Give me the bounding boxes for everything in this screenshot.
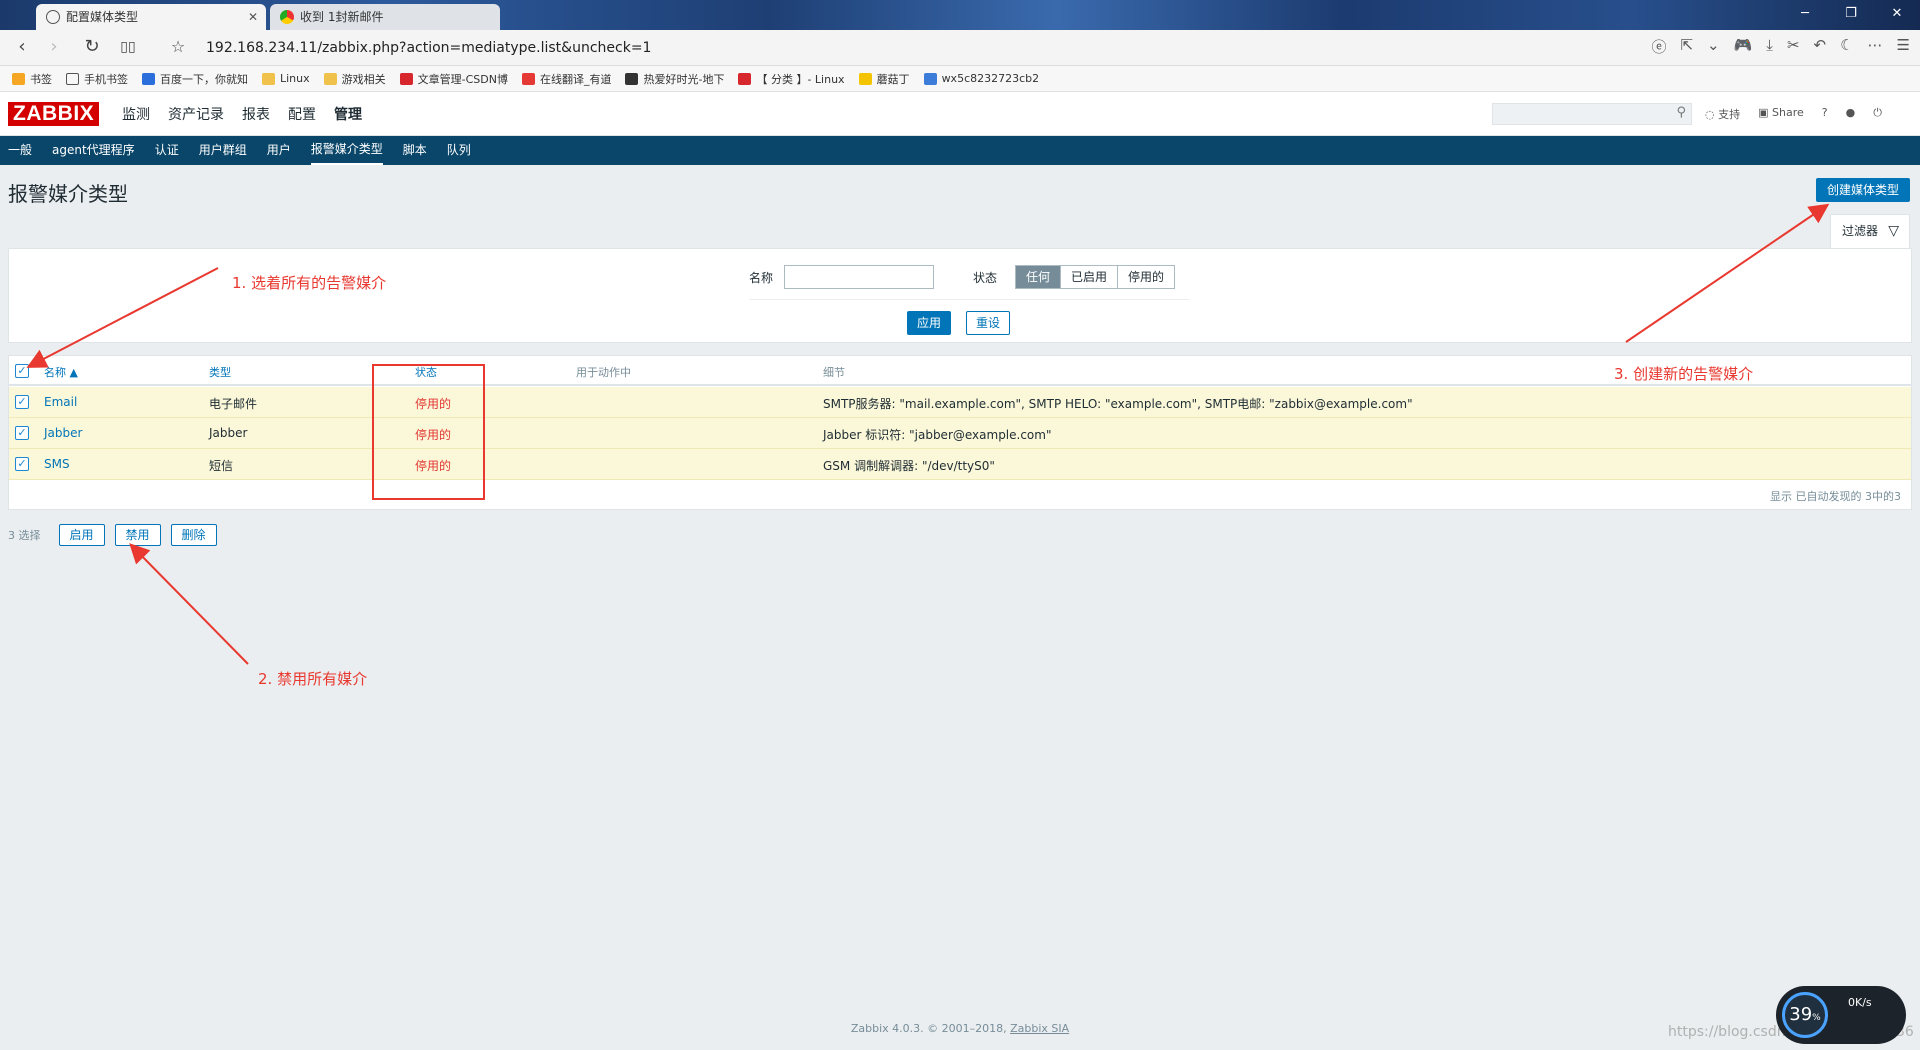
speed-rate: 0K/s — [1848, 996, 1872, 1009]
footer-link[interactable]: Zabbix SIA — [1010, 1022, 1069, 1035]
annotation-arrows — [26, 203, 1830, 665]
cpu-percent: 39% — [1782, 992, 1828, 1038]
network-speed-widget: 39% 0K/s — [1776, 986, 1906, 1044]
footer-text: Zabbix 4.0.3. © 2001–2018, — [850, 1022, 1011, 1035]
arrow-3 — [1625, 203, 1830, 343]
page-footer: Zabbix 4.0.3. © 2001–2018, Zabbix SIA — [0, 1022, 1920, 1035]
arrow-1 — [26, 267, 219, 368]
arrow-2 — [129, 543, 249, 665]
